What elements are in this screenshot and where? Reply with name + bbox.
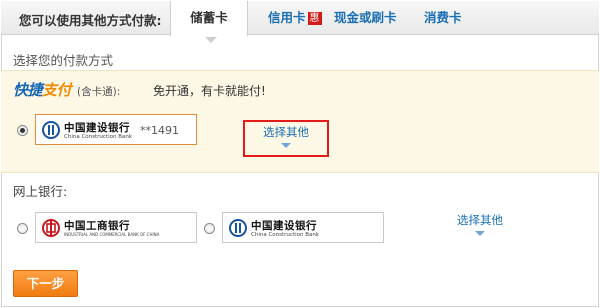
tab-debit-card-label: 储蓄卡 — [190, 10, 228, 25]
choose-other-label: 选择其他 — [263, 125, 309, 139]
quick-pay-subtitle: (含卡通): — [77, 86, 121, 98]
tab-consumer-card[interactable]: 消费卡 — [424, 1, 462, 35]
tab-credit-card[interactable]: 信用卡惠 — [268, 1, 322, 35]
bank-name-en: China Construction Bank — [251, 232, 320, 238]
netbank-choose-other-link[interactable]: 选择其他 — [452, 212, 508, 236]
ccb-radio[interactable] — [204, 223, 215, 234]
tab-cash-or-card[interactable]: 现金或刷卡 — [334, 1, 397, 35]
quick-pay-card-radio[interactable] — [17, 125, 28, 136]
icbc-logo-icon — [42, 219, 60, 237]
tab-cash-or-card-label: 现金或刷卡 — [334, 10, 397, 25]
bank-name-cn: 中国建设银行 — [64, 122, 130, 134]
chevron-down-icon — [281, 143, 291, 148]
netbank-option-ccb[interactable]: 中国建设银行 China Construction Bank — [222, 212, 384, 243]
tab-credit-card-label: 信用卡 — [268, 10, 306, 25]
tabbar-label: 您可以使用其他方式付款: — [19, 13, 162, 28]
tab-consumer-card-label: 消费卡 — [424, 10, 462, 25]
next-step-button[interactable]: 下一步 — [13, 270, 78, 297]
bank-name-cn: 中国建设银行 — [251, 220, 317, 232]
netbank-title: 网上银行: — [13, 184, 68, 199]
ccb-logo-icon — [42, 121, 60, 139]
quick-pay-choose-other-link[interactable]: 选择其他 — [258, 124, 314, 148]
chevron-down-icon — [475, 231, 485, 236]
bank-name-cn: 中国工商银行 — [64, 220, 130, 232]
quick-pay-card-option[interactable]: 中国建设银行 China Construction Bank **1491 — [35, 114, 197, 145]
tab-debit-card[interactable]: 储蓄卡 — [170, 1, 248, 43]
active-tab-pointer-icon — [205, 37, 217, 43]
ccb-logo-icon — [229, 219, 247, 237]
quick-pay-promo: 免开通，有卡就能付! — [153, 84, 266, 98]
section-title: 选择您的付款方式 — [13, 53, 114, 68]
icbc-radio[interactable] — [17, 223, 28, 234]
bank-name-en: INDUSTRIAL AND COMMERCIAL BANK OF CHINA — [64, 232, 160, 237]
netbank-option-icbc[interactable]: 中国工商银行 INDUSTRIAL AND COMMERCIAL BANK OF… — [35, 212, 197, 243]
choose-other-label: 选择其他 — [457, 213, 503, 227]
masked-card-number: **1491 — [140, 124, 179, 137]
discount-badge: 惠 — [307, 12, 322, 25]
payment-method-tabbar: 您可以使用其他方式付款: 储蓄卡 信用卡惠 现金或刷卡 消费卡 — [1, 1, 599, 43]
bank-name-en: China Construction Bank — [64, 134, 133, 140]
quick-pay-logo: 快捷支付 — [13, 81, 72, 99]
